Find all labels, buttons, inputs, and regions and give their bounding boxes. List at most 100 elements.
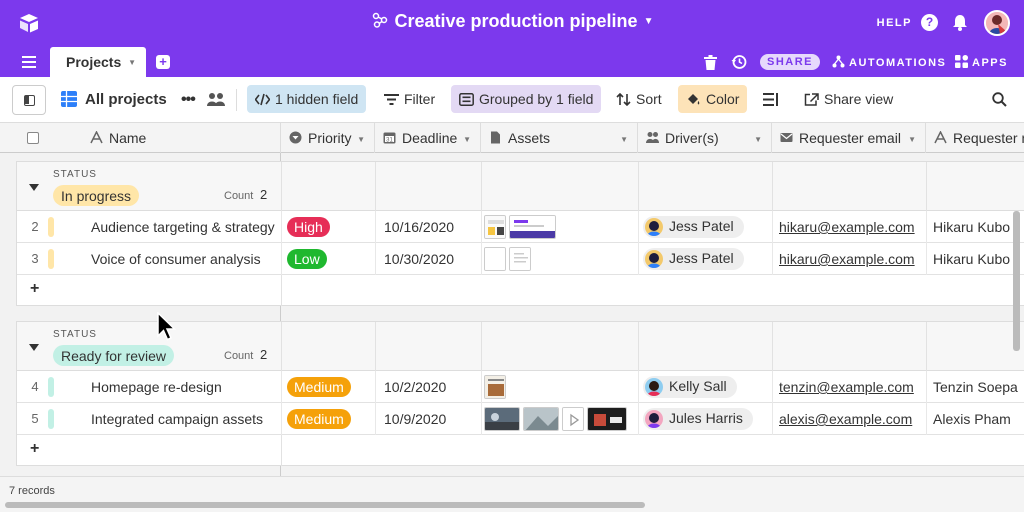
- deadline-value[interactable]: 10/2/2020: [384, 379, 446, 395]
- column-header-name[interactable]: Name: [82, 123, 281, 153]
- share-button[interactable]: SHARE: [760, 54, 820, 70]
- base-title[interactable]: Creative production pipeline ▼: [0, 11, 1024, 32]
- table-row[interactable]: 5 Integrated campaign assets Medium 10/9…: [17, 403, 1024, 435]
- records-grid: Name Priority ▼ 31 Deadline ▼ Assets ▼ Drive…: [0, 123, 1024, 512]
- driver-chip[interactable]: Jess Patel: [643, 216, 744, 238]
- asset-thumbnail[interactable]: [509, 247, 531, 271]
- top-bar: Creative production pipeline ▼ HELP ?: [0, 0, 1024, 47]
- requester-name[interactable]: Hikaru Kubo: [933, 219, 1010, 235]
- requester-email-link[interactable]: hikaru@example.com: [779, 219, 915, 235]
- chevron-down-icon[interactable]: ▼: [128, 58, 136, 67]
- chevron-down-icon[interactable]: ▼: [357, 135, 365, 144]
- driver-chip[interactable]: Jess Patel: [643, 248, 744, 270]
- deadline-value[interactable]: 10/16/2020: [384, 219, 454, 235]
- more-options-icon[interactable]: •••: [181, 91, 196, 109]
- column-header-drivers[interactable]: Driver(s) ▼: [638, 123, 772, 153]
- chevron-down-icon[interactable]: ▼: [908, 135, 916, 144]
- help-icon[interactable]: ?: [921, 14, 938, 31]
- view-name[interactable]: All projects: [85, 91, 167, 108]
- column-divider: [281, 162, 282, 211]
- sort-button[interactable]: Sort: [608, 85, 670, 113]
- chevron-down-icon[interactable]: ▼: [754, 135, 762, 144]
- trash-icon[interactable]: [704, 55, 717, 70]
- tab-projects[interactable]: Projects ▼: [50, 47, 146, 77]
- column-divider: [281, 371, 282, 403]
- record-name[interactable]: Integrated campaign assets: [91, 411, 263, 427]
- search-icon[interactable]: [992, 92, 1007, 107]
- apps-icon: [955, 55, 968, 68]
- requester-email-link[interactable]: tenzin@example.com: [779, 379, 914, 395]
- group-count: 2: [260, 187, 268, 202]
- table-row[interactable]: 4 Homepage re-design Medium 10/2/2020 Ke…: [17, 371, 1024, 403]
- group-header[interactable]: STATUS In progress Count 2: [17, 162, 1024, 211]
- requester-email-link[interactable]: hikaru@example.com: [779, 251, 915, 267]
- table-row[interactable]: 3 Voice of consumer analysis Low 10/30/2…: [17, 243, 1024, 275]
- help-link[interactable]: HELP: [877, 17, 912, 29]
- asset-thumbnail[interactable]: [562, 407, 584, 431]
- asset-thumbnail[interactable]: [484, 375, 506, 399]
- deadline-value[interactable]: 10/30/2020: [384, 251, 454, 267]
- collapse-toggle-icon[interactable]: [29, 184, 39, 191]
- group-button[interactable]: Grouped by 1 field: [451, 85, 602, 113]
- select-all-checkbox[interactable]: [27, 132, 39, 144]
- history-icon[interactable]: [731, 54, 747, 70]
- horizontal-scrollbar[interactable]: [5, 502, 645, 508]
- requester-name[interactable]: Hikaru Kubo: [933, 251, 1010, 267]
- priority-badge[interactable]: Low: [287, 249, 327, 269]
- column-header-deadline[interactable]: 31 Deadline ▼: [375, 123, 481, 153]
- column-header-requester-name[interactable]: Requester n: [926, 123, 1024, 153]
- column-divider: [638, 322, 639, 371]
- vertical-scrollbar[interactable]: [1013, 211, 1020, 351]
- user-avatar[interactable]: [984, 10, 1010, 36]
- hide-fields-button[interactable]: 1 hidden field: [247, 85, 367, 113]
- deadline-value[interactable]: 10/9/2020: [384, 411, 446, 427]
- column-divider: [481, 403, 482, 435]
- chevron-down-icon[interactable]: ▼: [620, 135, 628, 144]
- chevron-down-icon[interactable]: ▼: [463, 135, 471, 144]
- asset-thumbnail[interactable]: [523, 407, 559, 431]
- priority-badge[interactable]: Medium: [287, 409, 351, 429]
- record-name[interactable]: Voice of consumer analysis: [91, 251, 261, 267]
- add-record-icon[interactable]: +: [30, 280, 39, 298]
- apps-button[interactable]: APPS: [955, 55, 1008, 69]
- column-header-priority[interactable]: Priority ▼: [281, 123, 375, 153]
- table-row[interactable]: 2 Audience targeting & strategy High 10/…: [17, 211, 1024, 243]
- column-header-assets[interactable]: Assets ▼: [481, 123, 638, 153]
- asset-thumbnail[interactable]: [484, 215, 506, 239]
- hamburger-menu-icon[interactable]: [22, 56, 36, 68]
- record-name[interactable]: Homepage re-design: [91, 379, 222, 395]
- asset-thumbnail[interactable]: [484, 407, 520, 431]
- driver-chip[interactable]: Kelly Sall: [643, 376, 737, 398]
- asset-thumbnail[interactable]: [587, 407, 627, 431]
- priority-badge[interactable]: High: [287, 217, 330, 237]
- requester-name[interactable]: Tenzin Soepa: [933, 379, 1018, 395]
- requester-name[interactable]: Alexis Pham: [933, 411, 1011, 427]
- sidebar-toggle-button[interactable]: [12, 85, 46, 115]
- column-divider: [281, 403, 282, 435]
- add-record-row[interactable]: +: [17, 435, 1024, 466]
- add-table-icon[interactable]: +: [156, 55, 170, 69]
- driver-chip[interactable]: Jules Harris: [643, 408, 753, 430]
- share-view-button[interactable]: Share view: [796, 85, 901, 113]
- group-label: Grouped by 1 field: [479, 91, 594, 107]
- collaborators-icon[interactable]: [207, 92, 225, 106]
- add-record-icon[interactable]: +: [30, 440, 39, 458]
- color-button[interactable]: Color: [678, 85, 748, 113]
- priority-badge[interactable]: Medium: [287, 377, 351, 397]
- add-record-row[interactable]: +: [17, 275, 1024, 306]
- collapse-toggle-icon[interactable]: [29, 344, 39, 351]
- record-name[interactable]: Audience targeting & strategy: [91, 219, 275, 235]
- asset-thumbnail[interactable]: [484, 247, 506, 271]
- column-divider: [772, 162, 773, 211]
- bell-icon[interactable]: [952, 14, 968, 31]
- filter-button[interactable]: Filter: [376, 85, 443, 113]
- requester-email-link[interactable]: alexis@example.com: [779, 411, 912, 427]
- row-height-icon[interactable]: [763, 93, 778, 106]
- share-view-icon: [804, 93, 819, 106]
- paint-bucket-icon: [688, 94, 700, 105]
- column-header-label: Priority: [308, 130, 352, 146]
- column-header-requester-email[interactable]: Requester email ▼: [772, 123, 926, 153]
- asset-thumbnail[interactable]: [509, 215, 556, 239]
- calendar-icon: 31: [383, 132, 396, 144]
- automations-button[interactable]: AUTOMATIONS: [832, 55, 946, 69]
